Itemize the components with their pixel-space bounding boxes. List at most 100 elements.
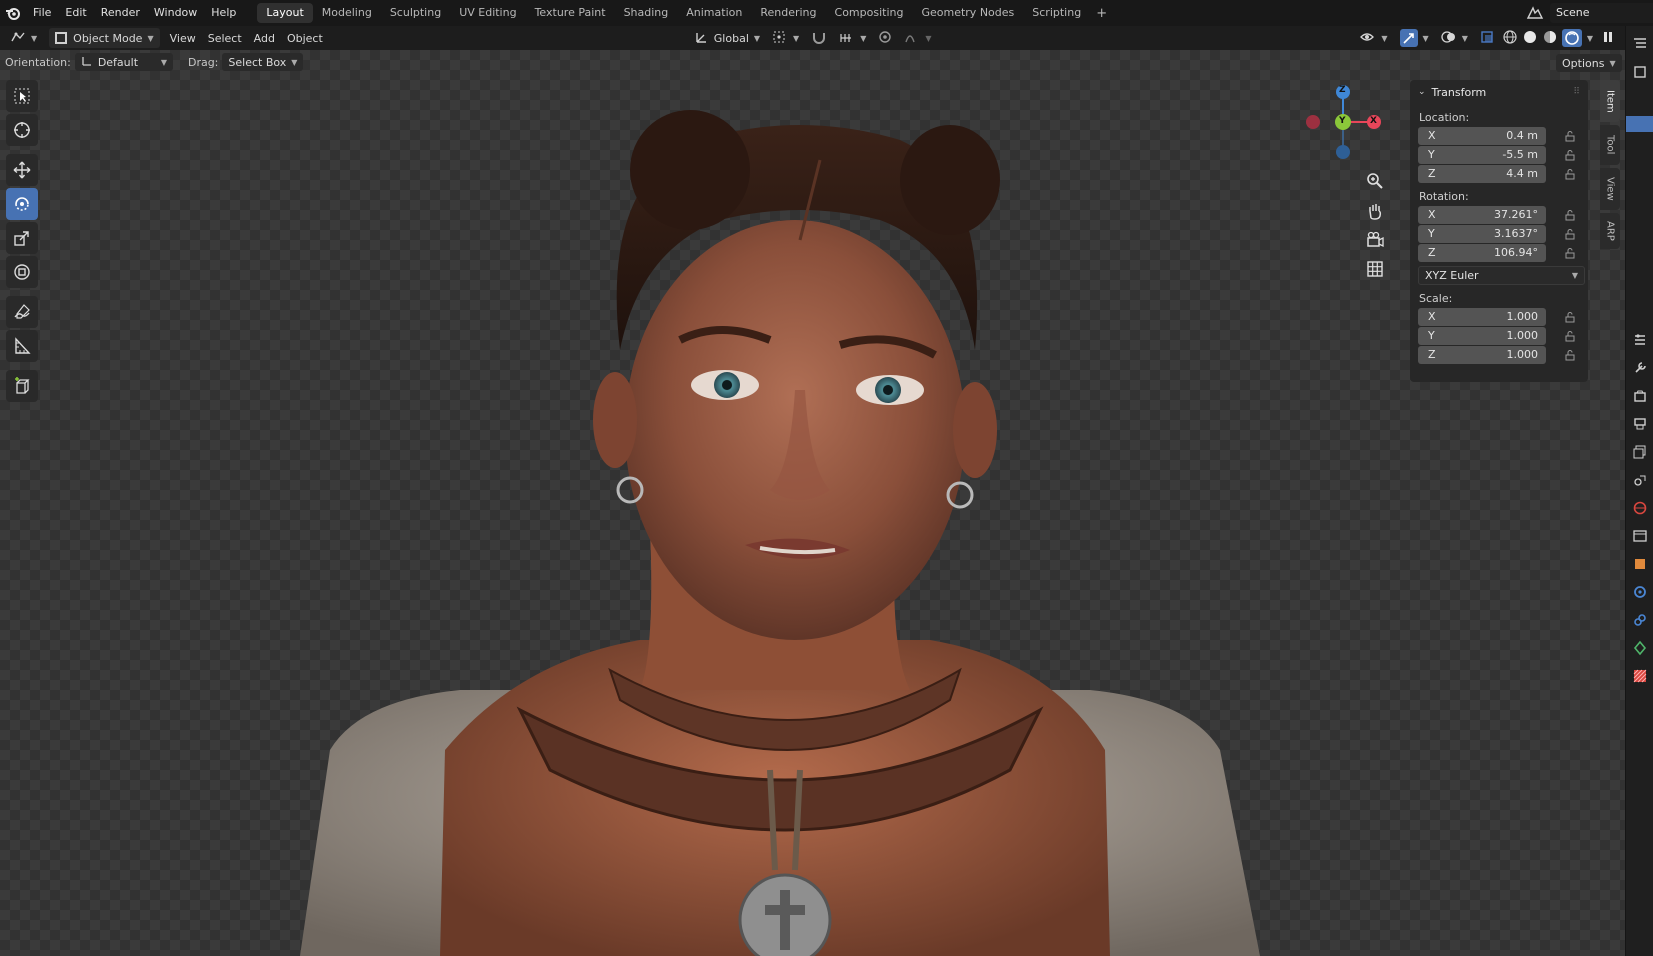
shading-material-button[interactable] xyxy=(1540,28,1560,48)
transform-panel-header[interactable]: ⌄ Transform ⠿ xyxy=(1410,80,1588,104)
scene-properties-icon[interactable] xyxy=(1626,466,1653,494)
constraint-properties-icon[interactable] xyxy=(1626,606,1653,634)
select-box-tool[interactable] xyxy=(6,80,38,112)
lock-icon[interactable] xyxy=(1558,225,1582,243)
options-button[interactable]: Options ▼ xyxy=(1556,54,1622,72)
scene-name[interactable]: Scene xyxy=(1550,3,1653,23)
location-x-field[interactable]: X 0.4 m xyxy=(1418,126,1546,145)
wrench-tool-icon[interactable] xyxy=(1626,354,1653,382)
perspective-toggle-button[interactable] xyxy=(1362,256,1388,282)
menu-select[interactable]: Select xyxy=(202,28,248,48)
rotation-y-field[interactable]: Y 3.1637° xyxy=(1418,224,1546,243)
pan-button[interactable] xyxy=(1362,198,1388,224)
tab-rendering[interactable]: Rendering xyxy=(751,3,825,23)
proportional-editing-toggle[interactable] xyxy=(872,28,898,48)
sidebar-tab-view[interactable]: View xyxy=(1600,168,1620,210)
scale-tool[interactable] xyxy=(6,222,38,254)
shading-wireframe-button[interactable] xyxy=(1500,28,1520,48)
zoom-button[interactable] xyxy=(1362,168,1388,194)
tab-shading[interactable]: Shading xyxy=(615,3,678,23)
transform-tool[interactable] xyxy=(6,256,38,288)
editor-type-button[interactable]: ▼ xyxy=(4,28,43,48)
tab-compositing[interactable]: Compositing xyxy=(826,3,913,23)
lock-icon[interactable] xyxy=(1558,127,1582,145)
sidebar-tab-arp[interactable]: ARP xyxy=(1600,213,1620,249)
blender-logo-icon[interactable] xyxy=(0,0,26,26)
lock-icon[interactable] xyxy=(1558,206,1582,224)
location-z-field[interactable]: Z 4.4 m xyxy=(1418,164,1546,183)
shading-rendered-button[interactable]: ▼ xyxy=(1560,28,1595,48)
lock-icon[interactable] xyxy=(1558,165,1582,183)
tab-modeling[interactable]: Modeling xyxy=(313,3,381,23)
xray-toggle[interactable] xyxy=(1474,28,1500,48)
navigation-gizmo[interactable]: Z X Y xyxy=(1303,82,1383,165)
modifier-properties-icon[interactable] xyxy=(1626,578,1653,606)
view-layer-icon[interactable] xyxy=(1626,58,1653,86)
cursor-tool[interactable] xyxy=(6,114,38,146)
sidebar-tab-item[interactable]: Item xyxy=(1600,80,1620,122)
camera-view-button[interactable] xyxy=(1362,227,1388,253)
snap-target-button[interactable]: ▼ xyxy=(833,28,872,48)
menu-add[interactable]: Add xyxy=(248,28,281,48)
mode-selector[interactable]: Object Mode ▼ xyxy=(49,28,160,48)
rotation-z-field[interactable]: Z 106.94° xyxy=(1418,243,1546,262)
menu-help[interactable]: Help xyxy=(204,0,243,26)
orientation-dropdown[interactable]: Default ▼ xyxy=(74,53,173,71)
lock-icon[interactable] xyxy=(1558,146,1582,164)
lock-icon[interactable] xyxy=(1558,308,1582,326)
scene-selector[interactable]: Scene xyxy=(1520,3,1653,23)
location-y-field[interactable]: Y -5.5 m xyxy=(1418,145,1546,164)
menu-view[interactable]: View xyxy=(164,28,202,48)
tab-scripting[interactable]: Scripting xyxy=(1023,3,1090,23)
gizmos-toggle[interactable]: ▼ xyxy=(1394,28,1435,48)
drag-dropdown[interactable]: Select Box ▼ xyxy=(222,53,304,71)
menu-object[interactable]: Object xyxy=(281,28,329,48)
add-cube-tool[interactable] xyxy=(6,370,38,402)
add-workspace-button[interactable]: + xyxy=(1090,6,1113,21)
data-properties-icon[interactable] xyxy=(1626,634,1653,662)
lock-icon[interactable] xyxy=(1558,244,1582,262)
tool-settings-icon[interactable] xyxy=(1626,326,1653,354)
move-tool[interactable] xyxy=(6,154,38,186)
tab-sculpting[interactable]: Sculpting xyxy=(381,3,450,23)
render-properties-icon[interactable] xyxy=(1626,382,1653,410)
3d-viewport[interactable]: Z X Y xyxy=(0,50,1625,956)
tab-animation[interactable]: Animation xyxy=(677,3,751,23)
scale-z-field[interactable]: Z 1.000 xyxy=(1418,345,1546,364)
menu-render[interactable]: Render xyxy=(94,0,147,26)
active-tab-indicator[interactable] xyxy=(1626,116,1653,132)
lock-icon[interactable] xyxy=(1558,346,1582,364)
tab-layout[interactable]: Layout xyxy=(257,3,313,23)
tab-geometry-nodes[interactable]: Geometry Nodes xyxy=(912,3,1023,23)
pivot-point-button[interactable]: ▼ xyxy=(766,28,805,48)
scale-x-field[interactable]: X 1.000 xyxy=(1418,307,1546,326)
lock-icon[interactable] xyxy=(1558,327,1582,345)
shading-solid-button[interactable] xyxy=(1520,28,1540,48)
visibility-selectability-button[interactable]: ▼ xyxy=(1354,28,1393,48)
output-properties-icon[interactable] xyxy=(1626,410,1653,438)
pause-render-button[interactable] xyxy=(1595,28,1621,48)
scale-y-field[interactable]: Y 1.000 xyxy=(1418,326,1546,345)
snap-toggle[interactable] xyxy=(805,28,833,48)
menu-file[interactable]: File xyxy=(26,0,58,26)
sidebar-tab-tool[interactable]: Tool xyxy=(1600,125,1620,165)
view-layer-properties-icon[interactable] xyxy=(1626,438,1653,466)
texture-properties-icon[interactable] xyxy=(1626,662,1653,690)
tab-uv-editing[interactable]: UV Editing xyxy=(450,3,525,23)
object-properties-icon[interactable] xyxy=(1626,550,1653,578)
tab-texture-paint[interactable]: Texture Paint xyxy=(526,3,615,23)
world-properties-icon[interactable] xyxy=(1626,494,1653,522)
collection-properties-icon[interactable] xyxy=(1626,522,1653,550)
menu-window[interactable]: Window xyxy=(147,0,204,26)
overlays-toggle[interactable]: ▼ xyxy=(1435,28,1474,48)
outliner-icon[interactable] xyxy=(1626,30,1653,58)
menu-edit[interactable]: Edit xyxy=(58,0,93,26)
rotate-tool[interactable] xyxy=(6,188,38,220)
rotation-x-field[interactable]: X 37.261° xyxy=(1418,205,1546,224)
transform-orientation-selector[interactable]: Global ▼ xyxy=(689,28,766,48)
rotation-mode-dropdown[interactable]: XYZ Euler ▼ xyxy=(1418,266,1585,285)
annotate-tool[interactable] xyxy=(6,296,38,328)
measure-tool[interactable] xyxy=(6,330,38,362)
drag-handle-icon[interactable]: ⠿ xyxy=(1573,87,1580,97)
proportional-falloff-button[interactable]: ▼ xyxy=(898,28,937,48)
